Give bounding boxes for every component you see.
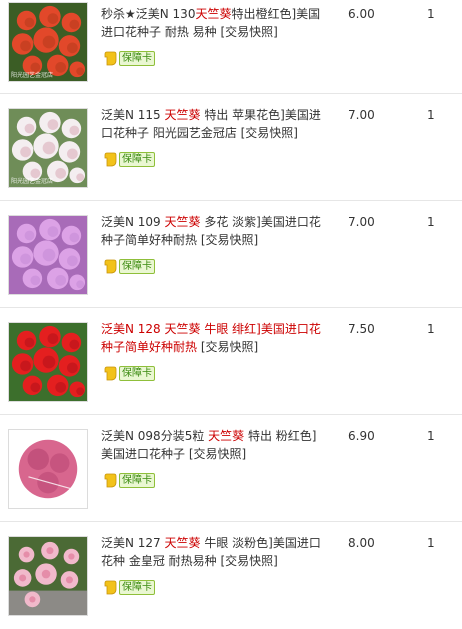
title-keyword-highlight: 天竺葵 bbox=[164, 108, 201, 122]
product-title-link[interactable]: 泛美N 128 天竺葵 牛眼 绯红]美国进口花种子简单好种耐热 [交易快照] bbox=[101, 320, 323, 356]
quantity: 1 bbox=[427, 429, 435, 443]
guarantee-card-label: 保障卡 bbox=[119, 472, 155, 488]
guarantee-hand-icon bbox=[103, 365, 118, 381]
guarantee-hand-icon bbox=[103, 258, 118, 274]
unit-price: 8.00 bbox=[348, 536, 375, 550]
product-thumbnail[interactable] bbox=[8, 429, 88, 509]
guarantee-card-badge[interactable]: 保障卡 bbox=[103, 50, 155, 66]
title-text: 泛美N 098分装5粒 bbox=[101, 429, 209, 443]
product-thumbnail[interactable]: 阳光园艺金冠店 bbox=[8, 108, 88, 188]
quantity: 1 bbox=[427, 215, 435, 229]
order-item-row: 泛美N 127 天竺葵 牛眼 淡粉色]美国进口花种 金皇冠 耐热易种 [交易快照… bbox=[0, 522, 462, 629]
unit-price: 7.00 bbox=[348, 108, 375, 122]
guarantee-card-label: 保障卡 bbox=[119, 258, 155, 274]
thumbnail-watermark: 阳光园艺金冠店 bbox=[11, 72, 54, 79]
title-text: 秒杀★泛美N 130 bbox=[101, 7, 196, 21]
title-text: [交易快照] bbox=[197, 340, 259, 354]
order-item-row: 阳光园艺金冠店 泛美N 115 天竺葵 特出 苹果花色]美国进口花种子 阳光园艺金… bbox=[0, 94, 462, 201]
product-thumbnail[interactable]: 阳光园艺金冠店 bbox=[8, 2, 88, 82]
unit-price: 6.90 bbox=[348, 429, 375, 443]
order-item-row: 泛美N 098分装5粒 天竺葵 特出 粉红色]美国进口花种子 [交易快照] 保障卡… bbox=[0, 415, 462, 522]
thumbnail-watermark: 阳光园艺金冠店 bbox=[11, 178, 54, 185]
product-title-link[interactable]: 泛美N 127 天竺葵 牛眼 淡粉色]美国进口花种 金皇冠 耐热易种 [交易快照… bbox=[101, 534, 323, 570]
quantity: 1 bbox=[427, 322, 435, 336]
guarantee-card-badge[interactable]: 保障卡 bbox=[103, 258, 155, 274]
guarantee-hand-icon bbox=[103, 579, 118, 595]
title-keyword-highlight: 天竺葵 bbox=[164, 536, 201, 550]
order-item-row: 阳光园艺金冠店 秒杀★泛美N 130天竺葵特出橙红色]美国进口花种子 耐热 易种 … bbox=[0, 0, 462, 94]
product-title-link[interactable]: 泛美N 098分装5粒 天竺葵 特出 粉红色]美国进口花种子 [交易快照] bbox=[101, 427, 323, 463]
guarantee-card-badge[interactable]: 保障卡 bbox=[103, 579, 155, 595]
guarantee-card-label: 保障卡 bbox=[119, 50, 155, 66]
unit-price: 7.00 bbox=[348, 215, 375, 229]
guarantee-card-label: 保障卡 bbox=[119, 365, 155, 381]
guarantee-card-badge[interactable]: 保障卡 bbox=[103, 365, 155, 381]
order-item-row: 泛美N 109 天竺葵 多花 淡紫]美国进口花种子简单好种耐热 [交易快照] 保障… bbox=[0, 201, 462, 308]
guarantee-card-label: 保障卡 bbox=[119, 151, 155, 167]
guarantee-card-label: 保障卡 bbox=[119, 579, 155, 595]
title-text: 泛美N 115 bbox=[101, 108, 165, 122]
title-text: 泛美N 109 bbox=[101, 215, 165, 229]
unit-price: 7.50 bbox=[348, 322, 375, 336]
quantity: 1 bbox=[427, 108, 435, 122]
product-thumbnail[interactable] bbox=[8, 536, 88, 616]
unit-price: 6.00 bbox=[348, 7, 375, 21]
title-keyword-highlight: 天竺葵 bbox=[164, 215, 201, 229]
title-text: 泛美N 127 bbox=[101, 536, 165, 550]
title-keyword-highlight: 天竺葵 bbox=[195, 7, 232, 21]
order-item-row: 泛美N 128 天竺葵 牛眼 绯红]美国进口花种子简单好种耐热 [交易快照] 保障… bbox=[0, 308, 462, 415]
guarantee-hand-icon bbox=[103, 472, 118, 488]
product-title-link[interactable]: 泛美N 115 天竺葵 特出 苹果花色]美国进口花种子 阳光园艺金冠店 [交易快… bbox=[101, 106, 323, 142]
product-thumbnail[interactable] bbox=[8, 322, 88, 402]
guarantee-hand-icon bbox=[103, 50, 118, 66]
guarantee-hand-icon bbox=[103, 151, 118, 167]
guarantee-card-badge[interactable]: 保障卡 bbox=[103, 472, 155, 488]
quantity: 1 bbox=[427, 7, 435, 21]
product-title-link[interactable]: 泛美N 109 天竺葵 多花 淡紫]美国进口花种子简单好种耐热 [交易快照] bbox=[101, 213, 323, 249]
product-thumbnail[interactable] bbox=[8, 215, 88, 295]
quantity: 1 bbox=[427, 536, 435, 550]
product-title-link[interactable]: 秒杀★泛美N 130天竺葵特出橙红色]美国进口花种子 耐热 易种 [交易快照] bbox=[101, 5, 323, 41]
guarantee-card-badge[interactable]: 保障卡 bbox=[103, 151, 155, 167]
order-item-list: 阳光园艺金冠店 秒杀★泛美N 130天竺葵特出橙红色]美国进口花种子 耐热 易种 … bbox=[0, 0, 462, 629]
title-keyword-highlight: 天竺葵 bbox=[208, 429, 245, 443]
